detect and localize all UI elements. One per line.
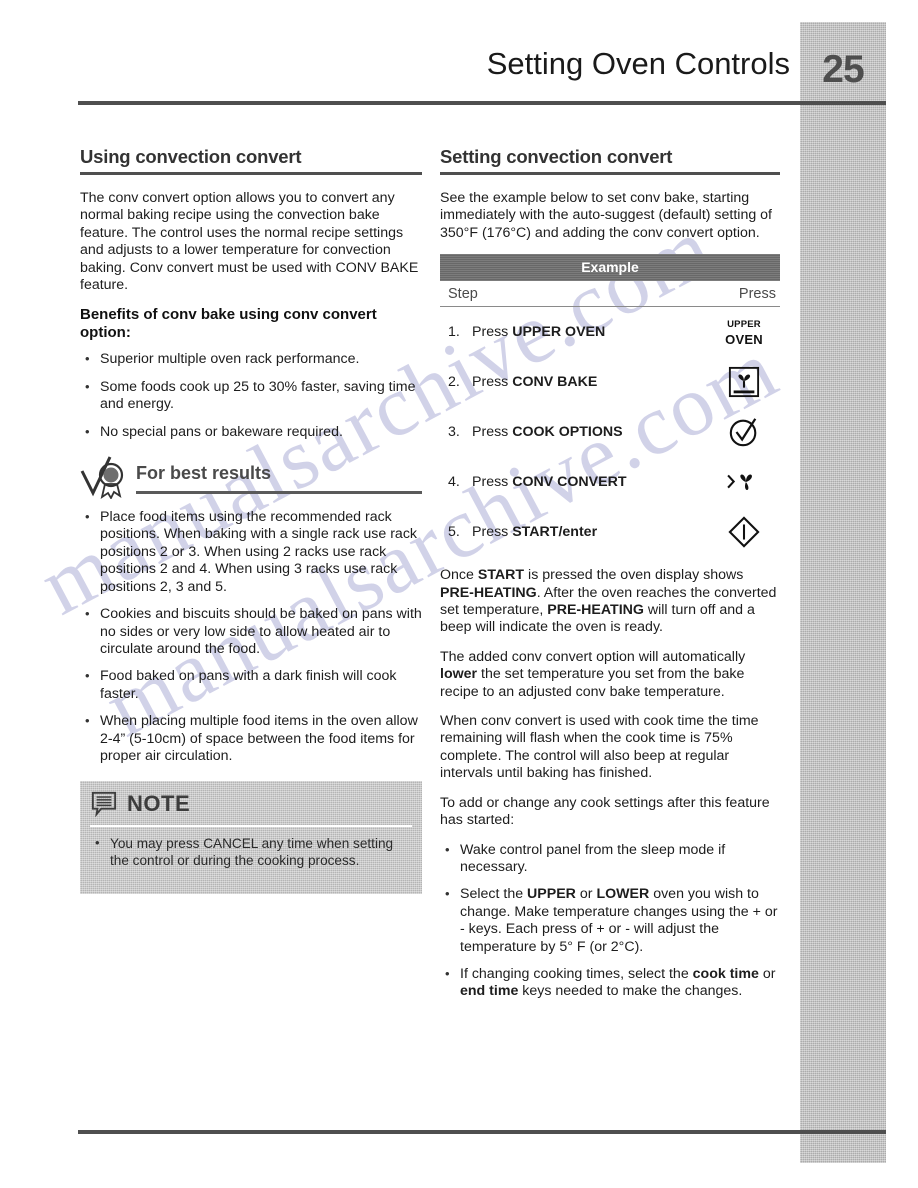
- column-header-press: Press: [738, 286, 776, 303]
- right-intro-paragraph: See the example below to set conv bake, …: [440, 190, 772, 241]
- conv-convert-fan-arrow-icon[interactable]: [726, 467, 762, 497]
- list-item: Food baked on pans with a dark finish wi…: [80, 667, 422, 703]
- list-item: Cookies and biscuits should be baked on …: [80, 605, 422, 658]
- list-item: You may press CANCEL any time when setti…: [90, 835, 412, 869]
- table-row: 4. Press CONV CONVERT: [440, 457, 780, 507]
- step-label: Press UPPER OVEN: [472, 324, 606, 341]
- press-cell: [712, 467, 776, 497]
- step-label: Press START/enter: [472, 524, 598, 541]
- best-results-list: Place food items using the recommended r…: [80, 508, 422, 765]
- table-row: 3. Press COOK OPTIONS: [440, 407, 780, 457]
- side-tab: [800, 22, 886, 1163]
- step-text: 2. Press CONV BAKE: [448, 374, 712, 390]
- note-header: NOTE: [90, 789, 412, 819]
- press-cell: UPPER OVEN: [712, 315, 776, 349]
- step-text: 4. Press CONV CONVERT: [448, 474, 712, 490]
- step-number: 2.: [448, 374, 460, 391]
- left-intro-paragraph: The conv convert option allows you to co…: [80, 190, 419, 294]
- best-results-title: For best results: [136, 463, 272, 484]
- benefits-list: Superior multiple oven rack performance.…: [80, 350, 422, 441]
- left-column: Using convection convert The conv conver…: [80, 146, 422, 894]
- press-cell: [712, 416, 776, 448]
- change-settings-list: Wake control panel from the sleep mode i…: [440, 841, 780, 1001]
- example-table: Example Step Press 1. Press UPPER OVEN U…: [440, 254, 780, 557]
- cook-time-paragraph: When conv convert is used with cook time…: [440, 713, 759, 782]
- note-divider: [90, 825, 412, 828]
- step-label: Press CONV BAKE: [472, 374, 598, 391]
- change-settings-intro: To add or change any cook settings after…: [440, 794, 770, 829]
- upper-oven-key-line1: UPPER: [727, 319, 761, 331]
- step-number: 4.: [448, 474, 460, 491]
- table-row: 1. Press UPPER OVEN UPPER OVEN: [440, 307, 780, 357]
- award-checkmark-icon: [80, 453, 132, 500]
- step-label: Press CONV CONVERT: [472, 474, 627, 491]
- press-cell: [712, 516, 776, 548]
- lower-temperature-paragraph: The added conv convert option will autom…: [440, 648, 746, 700]
- start-enter-diamond-icon[interactable]: [728, 516, 760, 548]
- example-table-column-headers: Step Press: [440, 281, 780, 308]
- step-number: 5.: [448, 524, 460, 541]
- list-item: Superior multiple oven rack performance.: [80, 350, 422, 368]
- right-column: Setting convection convert See the examp…: [440, 146, 780, 1011]
- step-number: 1.: [448, 324, 460, 341]
- example-table-header: Example: [440, 254, 780, 282]
- upper-oven-key-icon[interactable]: UPPER OVEN: [725, 315, 763, 349]
- cook-options-check-circle-icon[interactable]: [728, 416, 760, 448]
- manual-page: manualsarchive.com manualsarchive.com 25…: [0, 0, 918, 1188]
- step-text: 3. Press COOK OPTIONS: [448, 424, 712, 440]
- list-item: When placing multiple food items in the …: [80, 712, 422, 765]
- conv-bake-fan-in-box-icon[interactable]: [728, 366, 760, 398]
- step-text: 5. Press START/enter: [448, 524, 712, 540]
- list-item: If changing cooking times, select the co…: [440, 965, 780, 1001]
- note-title: NOTE: [127, 791, 191, 817]
- left-section-rule: [80, 172, 422, 175]
- press-cell: [712, 366, 776, 398]
- right-section-title: Setting convection convert: [440, 146, 673, 167]
- best-results-header: For best results: [80, 456, 422, 501]
- list-item: No special pans or bakeware required.: [80, 423, 422, 441]
- upper-oven-key-line2: OVEN: [725, 332, 763, 348]
- table-row: 2. Press CONV BAKE: [440, 357, 780, 407]
- list-item: Wake control panel from the sleep mode i…: [440, 841, 780, 877]
- step-number: 3.: [448, 424, 460, 441]
- note-list: You may press CANCEL any time when setti…: [90, 835, 412, 869]
- benefits-heading: Benefits of conv bake using conv convert…: [80, 306, 377, 342]
- rule-bottom: [78, 1130, 886, 1134]
- column-header-step: Step: [448, 286, 478, 303]
- start-pressed-paragraph: Once START is pressed the oven display s…: [440, 567, 777, 636]
- step-label: Press COOK OPTIONS: [472, 424, 623, 441]
- page-number: 25: [822, 48, 864, 91]
- table-row: 5. Press START/enter: [440, 507, 780, 557]
- left-section-title: Using convection convert: [80, 146, 302, 167]
- rule-top: [78, 101, 886, 105]
- step-text: 1. Press UPPER OVEN: [448, 324, 712, 340]
- list-item: Some foods cook up 25 to 30% faster, sav…: [80, 378, 422, 414]
- right-section-rule: [440, 172, 780, 175]
- list-item: Select the UPPER or LOWER oven you wish …: [440, 885, 780, 956]
- note-box: NOTE You may press CANCEL any time when …: [80, 781, 422, 893]
- best-results-rule: [136, 491, 422, 495]
- page-title: Setting Oven Controls: [486, 46, 790, 81]
- note-speech-bubble-icon: [90, 791, 118, 818]
- list-item: Place food items using the recommended r…: [80, 508, 422, 596]
